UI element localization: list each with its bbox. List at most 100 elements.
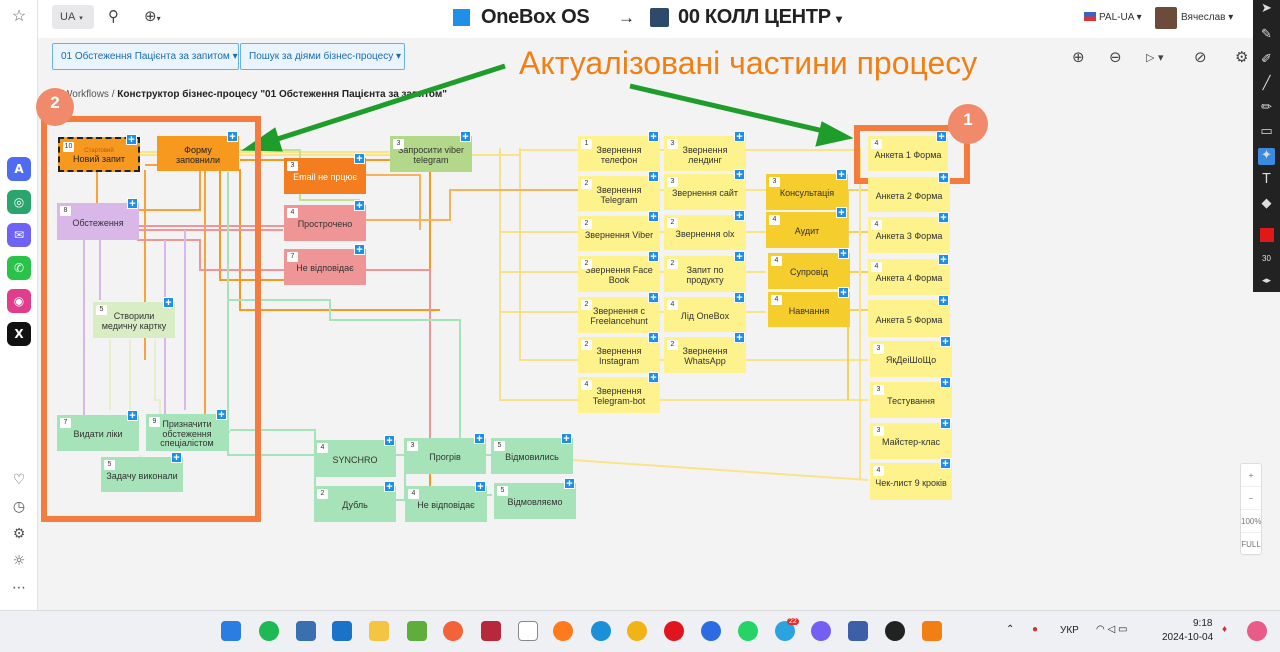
add-node-icon[interactable]: + xyxy=(561,433,572,445)
workflow-node[interactable]: 3 Консультація + xyxy=(766,169,848,210)
app-icon[interactable] xyxy=(701,621,721,641)
add-node-icon[interactable]: + xyxy=(838,287,849,299)
workflow-node[interactable]: Анкета 2 Форма + xyxy=(868,172,950,212)
outlook-icon[interactable] xyxy=(332,621,352,641)
workflow-node[interactable]: 7 Видати ліки + xyxy=(57,410,139,451)
edge-icon[interactable] xyxy=(591,621,611,641)
workflow-node[interactable]: 10 Стартовий Новий запит + xyxy=(58,134,140,172)
add-node-icon[interactable]: + xyxy=(836,169,847,181)
tray-chevron-icon[interactable]: ⌃ xyxy=(1006,624,1014,635)
workflow-node[interactable]: 5 Відмовляємо + xyxy=(494,478,576,519)
add-node-icon[interactable]: + xyxy=(940,458,951,470)
workflow-node[interactable]: 2 Запит по продукту + xyxy=(664,251,746,292)
app-icon[interactable] xyxy=(407,621,427,641)
add-node-icon[interactable]: + xyxy=(648,292,659,304)
zoom-plus-button[interactable]: + xyxy=(1241,464,1261,487)
workflow-node[interactable]: 3 Звернення сайт + xyxy=(664,169,746,210)
workflow-node[interactable]: 2 Звернення olx + xyxy=(664,210,746,250)
add-node-icon[interactable]: + xyxy=(216,409,227,421)
workflow-node[interactable]: 4 Анкета 1 Форма + xyxy=(868,131,948,171)
add-node-icon[interactable]: + xyxy=(648,131,659,143)
add-node-icon[interactable]: + xyxy=(460,131,471,143)
color-swatch[interactable] xyxy=(1260,228,1274,242)
app-icon[interactable] xyxy=(481,621,501,641)
workflow-node[interactable]: 4 Аудит + xyxy=(766,207,848,248)
add-node-icon[interactable]: + xyxy=(384,481,395,493)
cursor-icon[interactable]: ➤ xyxy=(1258,1,1275,18)
workflow-node[interactable]: 2 Звернення Viber + xyxy=(578,211,660,251)
add-node-icon[interactable]: + xyxy=(227,131,238,143)
add-node-icon[interactable]: + xyxy=(648,372,659,384)
workflow-node[interactable]: 9 Призначити обстеження спеціалістом + xyxy=(146,409,228,451)
workflow-node[interactable]: 3 Прогрів + xyxy=(404,433,486,474)
input-language[interactable]: УКР xyxy=(1060,625,1079,636)
add-node-icon[interactable]: + xyxy=(836,207,847,219)
workflow-node[interactable]: 3 Email не прцює + xyxy=(284,153,366,194)
workflow-node[interactable]: Анкета 5 Форма + xyxy=(868,295,950,337)
add-node-icon[interactable]: + xyxy=(938,295,949,307)
highlighter-icon[interactable]: ✦ xyxy=(1258,148,1275,165)
add-node-icon[interactable]: + xyxy=(936,131,947,143)
workflow-node[interactable]: Форму заповнили + xyxy=(157,131,239,171)
opera-icon[interactable] xyxy=(664,621,684,641)
add-node-icon[interactable]: + xyxy=(734,251,745,263)
viber-icon[interactable] xyxy=(811,621,831,641)
pen-icon[interactable]: ✎ xyxy=(1258,27,1275,44)
app-icon[interactable] xyxy=(848,621,868,641)
workflow-node[interactable]: 4 Супровід + xyxy=(768,248,850,289)
mic-icon[interactable]: ● xyxy=(1032,624,1038,635)
add-node-icon[interactable]: + xyxy=(354,200,365,212)
add-node-icon[interactable]: + xyxy=(171,452,182,464)
workflow-node[interactable]: 2 Звернення с Freelancehunt + xyxy=(578,292,660,333)
store-icon[interactable] xyxy=(296,621,316,641)
rectangle-icon[interactable]: ▭ xyxy=(1258,124,1275,141)
wifi-icon[interactable]: ◠ ◁ ▭ xyxy=(1096,624,1127,635)
workflow-node[interactable]: 4 Не відповідає + xyxy=(405,481,487,522)
workflow-node[interactable]: 2 Дубль + xyxy=(314,481,396,522)
workflow-node[interactable]: 2 Звернення Instagram + xyxy=(578,332,660,373)
add-node-icon[interactable]: + xyxy=(474,433,485,445)
avatar[interactable] xyxy=(1247,621,1267,641)
workflow-node[interactable]: 5 Створили медичну картку + xyxy=(93,297,175,338)
add-node-icon[interactable]: + xyxy=(163,297,174,309)
workflow-node[interactable]: 4 Звернення Telegram-bot + xyxy=(578,372,660,413)
add-node-icon[interactable]: + xyxy=(354,153,365,165)
brush-icon[interactable]: ✏ xyxy=(1258,100,1275,117)
workflow-node[interactable]: 4 Анкета 4 Форма + xyxy=(868,254,950,295)
app-icon[interactable] xyxy=(922,621,942,641)
brush-size[interactable]: 30 xyxy=(1256,254,1277,263)
add-node-icon[interactable]: + xyxy=(940,336,951,348)
line-icon[interactable]: ╱ xyxy=(1258,76,1275,93)
workflow-node[interactable]: 5 Задачу виконали + xyxy=(101,452,183,492)
add-node-icon[interactable]: + xyxy=(127,198,138,210)
firefox-icon[interactable] xyxy=(553,621,573,641)
workflow-node[interactable]: 3 Запросити viber telegram + xyxy=(390,131,472,172)
add-node-icon[interactable]: + xyxy=(734,332,745,344)
add-node-icon[interactable]: + xyxy=(938,172,949,184)
file-icon[interactable] xyxy=(518,621,538,641)
add-node-icon[interactable]: + xyxy=(734,131,745,143)
workflow-node[interactable]: 5 Відмовились + xyxy=(491,433,573,474)
zoom-minus-button[interactable]: − xyxy=(1241,487,1261,510)
text-icon[interactable]: T xyxy=(1258,172,1275,189)
workflow-node[interactable]: 4 Анкета 3 Форма + xyxy=(868,212,950,253)
workflow-node[interactable]: 1 Звернення телефон + xyxy=(578,131,660,171)
workflow-node[interactable]: 3 ЯкДеіШоЩо + xyxy=(870,336,952,377)
add-node-icon[interactable]: + xyxy=(127,410,138,422)
workflow-node[interactable]: 2 Звернення Telegram + xyxy=(578,171,660,211)
add-node-icon[interactable]: + xyxy=(940,377,951,389)
workflow-node[interactable]: 8 Обстеження + xyxy=(57,198,139,240)
workflow-node[interactable]: 2 Звернення WhatsApp + xyxy=(664,332,746,373)
add-node-icon[interactable]: + xyxy=(938,212,949,224)
workflow-node[interactable]: 2 Звернення Face Book + xyxy=(578,251,660,292)
clock-date[interactable]: 2024-10-04 xyxy=(1162,632,1213,643)
add-node-icon[interactable]: + xyxy=(648,211,659,223)
add-node-icon[interactable]: + xyxy=(564,478,575,490)
add-node-icon[interactable]: + xyxy=(938,254,949,266)
clock-time[interactable]: 9:18 xyxy=(1193,618,1212,629)
app-icon[interactable] xyxy=(443,621,463,641)
eraser-icon[interactable]: ◆ xyxy=(1258,196,1275,213)
workflow-node[interactable]: 4 Прострочено + xyxy=(284,200,366,241)
add-node-icon[interactable]: + xyxy=(648,171,659,183)
add-node-icon[interactable]: + xyxy=(648,332,659,344)
